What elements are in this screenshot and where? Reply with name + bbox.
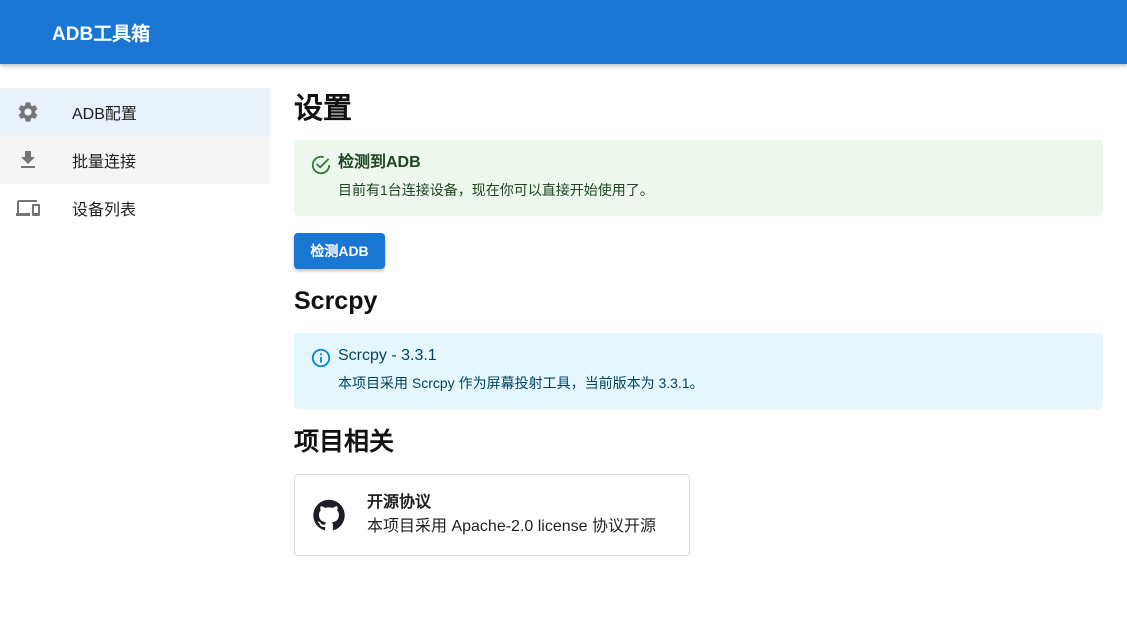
scrcpy-info-alert: Scrcpy - 3.3.1 本项目采用 Scrcpy 作为屏幕投射工具，当前版… [294,333,1103,409]
scrcpy-alert-title: Scrcpy - 3.3.1 [338,347,437,364]
sidebar: ADB配置 批量连接 设备列表 [0,88,270,232]
main-content: 设置 检测到ADB 目前有1台连接设备，现在你可以直接开始使用了。 检测ADB … [294,88,1103,556]
page-title: 设置 [294,93,353,125]
check-circle-icon [310,152,338,216]
project-section-title: 项目相关 [294,428,395,456]
info-icon [310,345,338,409]
license-card[interactable]: 开源协议 本项目采用 Apache-2.0 license 协议开源 [294,474,690,556]
license-card-description: 本项目采用 Apache-2.0 license 协议开源 [367,518,656,535]
app-bar: ADB工具箱 [0,0,1127,64]
devices-icon [0,196,72,220]
sidebar-item-label: ADB配置 [72,106,137,123]
sidebar-item-device-list[interactable]: 设备列表 [0,184,270,232]
download-icon [0,148,72,172]
github-icon [295,498,367,532]
app-title: ADB工具箱 [52,23,151,45]
sidebar-item-label: 批量连接 [72,154,137,171]
sidebar-item-label: 设备列表 [72,202,137,219]
gear-icon [0,100,72,124]
adb-status-alert: 检测到ADB 目前有1台连接设备，现在你可以直接开始使用了。 [294,140,1103,216]
license-card-title: 开源协议 [367,494,432,511]
sidebar-item-batch-connect[interactable]: 批量连接 [0,136,270,184]
scrcpy-alert-message: 本项目采用 Scrcpy 作为屏幕投射工具，当前版本为 3.3.1。 [338,375,704,391]
adb-alert-message: 目前有1台连接设备，现在你可以直接开始使用了。 [338,182,654,198]
sidebar-item-adb-config[interactable]: ADB配置 [0,88,270,136]
adb-alert-title: 检测到ADB [338,154,421,171]
detect-adb-button[interactable]: 检测ADB [294,233,385,269]
scrcpy-section-title: Scrcpy [294,287,378,315]
